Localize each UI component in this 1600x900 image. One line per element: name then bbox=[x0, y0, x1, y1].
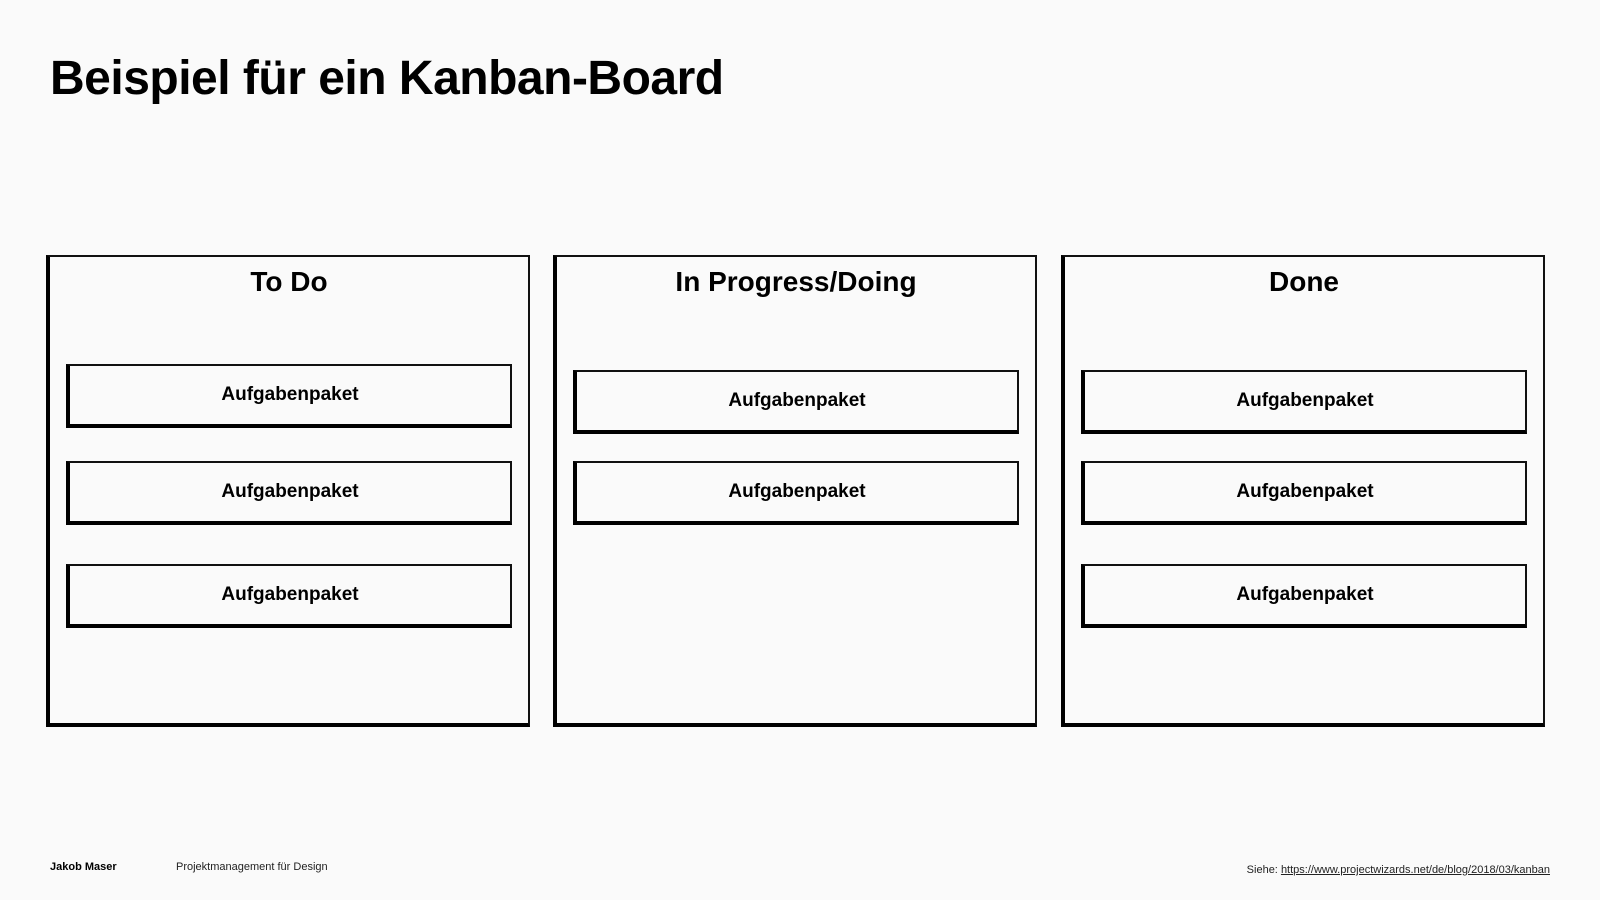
task-card[interactable]: Aufgabenpaket bbox=[573, 461, 1019, 525]
column-title: To Do bbox=[250, 266, 328, 297]
source-link[interactable]: https://www.projectwizards.net/de/blog/2… bbox=[1281, 864, 1550, 876]
task-card[interactable]: Aufgabenpaket bbox=[1081, 370, 1527, 434]
task-card[interactable]: Aufgabenpaket bbox=[573, 370, 1019, 434]
column-to-do: To Do Aufgabenpaket Aufgabenpaket Aufgab… bbox=[46, 255, 530, 727]
slide-title: Beispiel für ein Kanban-Board bbox=[50, 52, 724, 105]
task-card[interactable]: Aufgabenpaket bbox=[66, 461, 512, 525]
task-card[interactable]: Aufgabenpaket bbox=[66, 364, 512, 428]
footer-author: Jakob Maser bbox=[50, 861, 117, 873]
footer-source: Siehe: https://www.projectwizards.net/de… bbox=[1247, 864, 1550, 876]
column-done: Done Aufgabenpaket Aufgabenpaket Aufgabe… bbox=[1061, 255, 1545, 727]
task-card[interactable]: Aufgabenpaket bbox=[1081, 461, 1527, 525]
footer-course: Projektmanagement für Design bbox=[176, 861, 328, 873]
column-title: In Progress/Doing bbox=[675, 266, 917, 297]
source-prefix: Siehe: bbox=[1246, 864, 1278, 876]
task-card[interactable]: Aufgabenpaket bbox=[66, 564, 512, 628]
column-title: Done bbox=[1269, 266, 1339, 297]
task-card[interactable]: Aufgabenpaket bbox=[1081, 564, 1527, 628]
column-in-progress: In Progress/Doing Aufgabenpaket Aufgaben… bbox=[553, 255, 1037, 727]
